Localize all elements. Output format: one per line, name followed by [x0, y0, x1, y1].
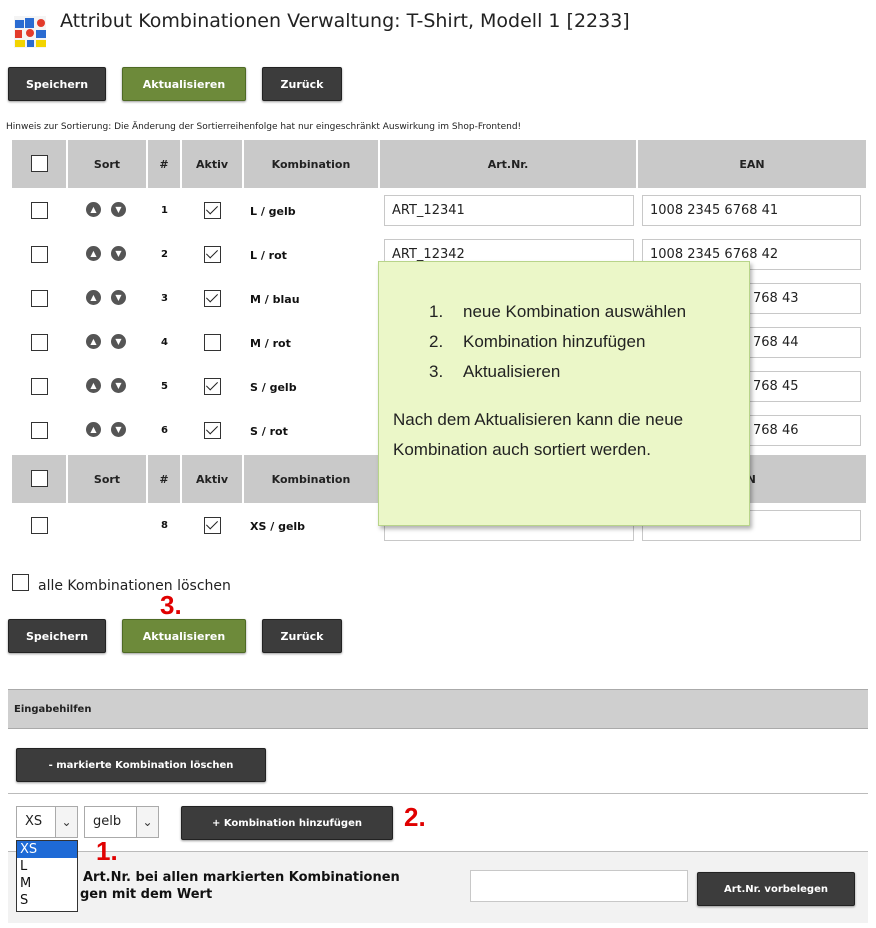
instruction-note-1: Nach dem Aktualisieren kann die neue: [393, 410, 684, 429]
size-select[interactable]: XS ⌄: [16, 806, 78, 838]
sort-down-icon[interactable]: ▼: [111, 202, 126, 217]
callout-two: 2.: [404, 802, 426, 832]
row-active-checkbox[interactable]: [204, 246, 221, 263]
header-select-all: [12, 140, 68, 188]
header-combination: Kombination: [244, 140, 380, 188]
header-sort: Sort: [68, 140, 148, 188]
select-all-checkbox[interactable]: [31, 470, 48, 487]
input-aids-title: Eingabehilfen: [14, 704, 92, 715]
row-combination: S / rot: [250, 425, 288, 438]
select-all-checkbox[interactable]: [31, 155, 48, 172]
sort-up-icon[interactable]: ▲: [86, 422, 101, 437]
artnr-input[interactable]: ART_12341: [384, 195, 634, 226]
header-sort: Sort: [68, 455, 148, 503]
row-number: 5: [161, 381, 168, 392]
divider: [8, 793, 868, 794]
row-combination: M / rot: [250, 337, 291, 350]
sort-up-icon[interactable]: ▲: [86, 202, 101, 217]
size-select-value: XS: [25, 814, 43, 829]
header-ean: EAN: [638, 140, 868, 188]
size-option[interactable]: XS: [17, 841, 77, 858]
header-active: Aktiv: [182, 140, 244, 188]
instruction-steps: 1. neue Kombination auswählen 2. Kombinati…: [429, 302, 686, 392]
input-aids-bar: [8, 689, 868, 729]
artnr-prefill-label-2: gen mit dem Wert: [80, 887, 213, 902]
instruction-tooltip: 1. neue Kombination auswählen 2. Kombinati…: [378, 261, 750, 526]
instruction-step: 2. Kombination hinzufügen: [429, 332, 646, 351]
header-combination: Kombination: [244, 455, 380, 503]
size-option[interactable]: M: [17, 875, 77, 892]
row-select-checkbox[interactable]: [31, 290, 48, 307]
row-number: 3: [161, 293, 168, 304]
color-select-value: gelb: [93, 814, 122, 829]
delete-all-checkbox[interactable]: [12, 574, 29, 591]
artnr-prefill-input[interactable]: [470, 870, 688, 902]
row-combination: M / blau: [250, 293, 300, 306]
color-select[interactable]: gelb ⌄: [84, 806, 159, 838]
chevron-down-icon[interactable]: ⌄: [55, 807, 77, 837]
instruction-step: 3. Aktualisieren: [429, 362, 561, 381]
size-option[interactable]: S: [17, 892, 77, 909]
back-button-top[interactable]: Zurück: [262, 67, 342, 101]
header-num: #: [148, 455, 182, 503]
row-active-checkbox[interactable]: [204, 422, 221, 439]
row-combination: L / rot: [250, 249, 287, 262]
new-row-number: 8: [161, 520, 168, 531]
row-active-checkbox[interactable]: [204, 378, 221, 395]
row-select-checkbox[interactable]: [31, 246, 48, 263]
callout-one: 1.: [96, 836, 118, 866]
row-active-checkbox[interactable]: [204, 202, 221, 219]
new-row-combination: XS / gelb: [250, 520, 306, 533]
save-button-bottom[interactable]: Speichern: [8, 619, 106, 653]
row-number: 1: [161, 205, 168, 216]
sort-down-icon[interactable]: ▼: [111, 290, 126, 305]
update-button-bottom[interactable]: Aktualisieren: [122, 619, 246, 653]
sort-down-icon[interactable]: ▼: [111, 422, 126, 437]
row-number: 2: [161, 249, 168, 260]
ean-input[interactable]: 1008 2345 6768 41: [642, 195, 861, 226]
new-row-select-checkbox[interactable]: [31, 517, 48, 534]
header-artnr: Art.Nr.: [380, 140, 638, 188]
sort-up-icon[interactable]: ▲: [86, 334, 101, 349]
size-option[interactable]: L: [17, 858, 77, 875]
save-button-top[interactable]: Speichern: [8, 67, 106, 101]
row-combination: S / gelb: [250, 381, 297, 394]
chevron-down-icon[interactable]: ⌄: [136, 807, 158, 837]
app-logo-icon: [12, 14, 48, 50]
delete-all-label: alle Kombinationen löschen: [38, 578, 231, 594]
delete-marked-button[interactable]: - markierte Kombination löschen: [16, 748, 266, 782]
size-dropdown-list[interactable]: XS L M S: [16, 840, 78, 912]
sort-up-icon[interactable]: ▲: [86, 378, 101, 393]
header-select-all-2: [12, 455, 68, 503]
callout-three: 3.: [160, 590, 182, 620]
sort-down-icon[interactable]: ▼: [111, 334, 126, 349]
row-select-checkbox[interactable]: [31, 202, 48, 219]
row-select-checkbox[interactable]: [31, 334, 48, 351]
row-number: 6: [161, 425, 168, 436]
row-number: 4: [161, 337, 168, 348]
row-combination: L / gelb: [250, 205, 296, 218]
sort-up-icon[interactable]: ▲: [86, 246, 101, 261]
sort-down-icon[interactable]: ▼: [111, 246, 126, 261]
sort-down-icon[interactable]: ▼: [111, 378, 126, 393]
update-button-top[interactable]: Aktualisieren: [122, 67, 246, 101]
sort-up-icon[interactable]: ▲: [86, 290, 101, 305]
new-row-active-checkbox[interactable]: [204, 517, 221, 534]
row-active-checkbox[interactable]: [204, 334, 221, 351]
instruction-note-2: Kombination auch sortiert werden.: [393, 440, 651, 459]
artnr-prefill-button[interactable]: Art.Nr. vorbelegen: [697, 872, 855, 906]
instruction-step: 1. neue Kombination auswählen: [429, 302, 687, 321]
row-select-checkbox[interactable]: [31, 378, 48, 395]
add-combination-button[interactable]: + Kombination hinzufügen: [181, 806, 393, 840]
header-active: Aktiv: [182, 455, 244, 503]
back-button-bottom[interactable]: Zurück: [262, 619, 342, 653]
header-num: #: [148, 140, 182, 188]
row-active-checkbox[interactable]: [204, 290, 221, 307]
row-select-checkbox[interactable]: [31, 422, 48, 439]
artnr-prefill-label-1: l Art.Nr. bei allen markierten Kombinati…: [74, 870, 400, 885]
page-title: Attribut Kombinationen Verwaltung: T-Shi…: [60, 10, 630, 32]
sort-hint: Hinweis zur Sortierung: Die Änderung der…: [6, 122, 522, 132]
